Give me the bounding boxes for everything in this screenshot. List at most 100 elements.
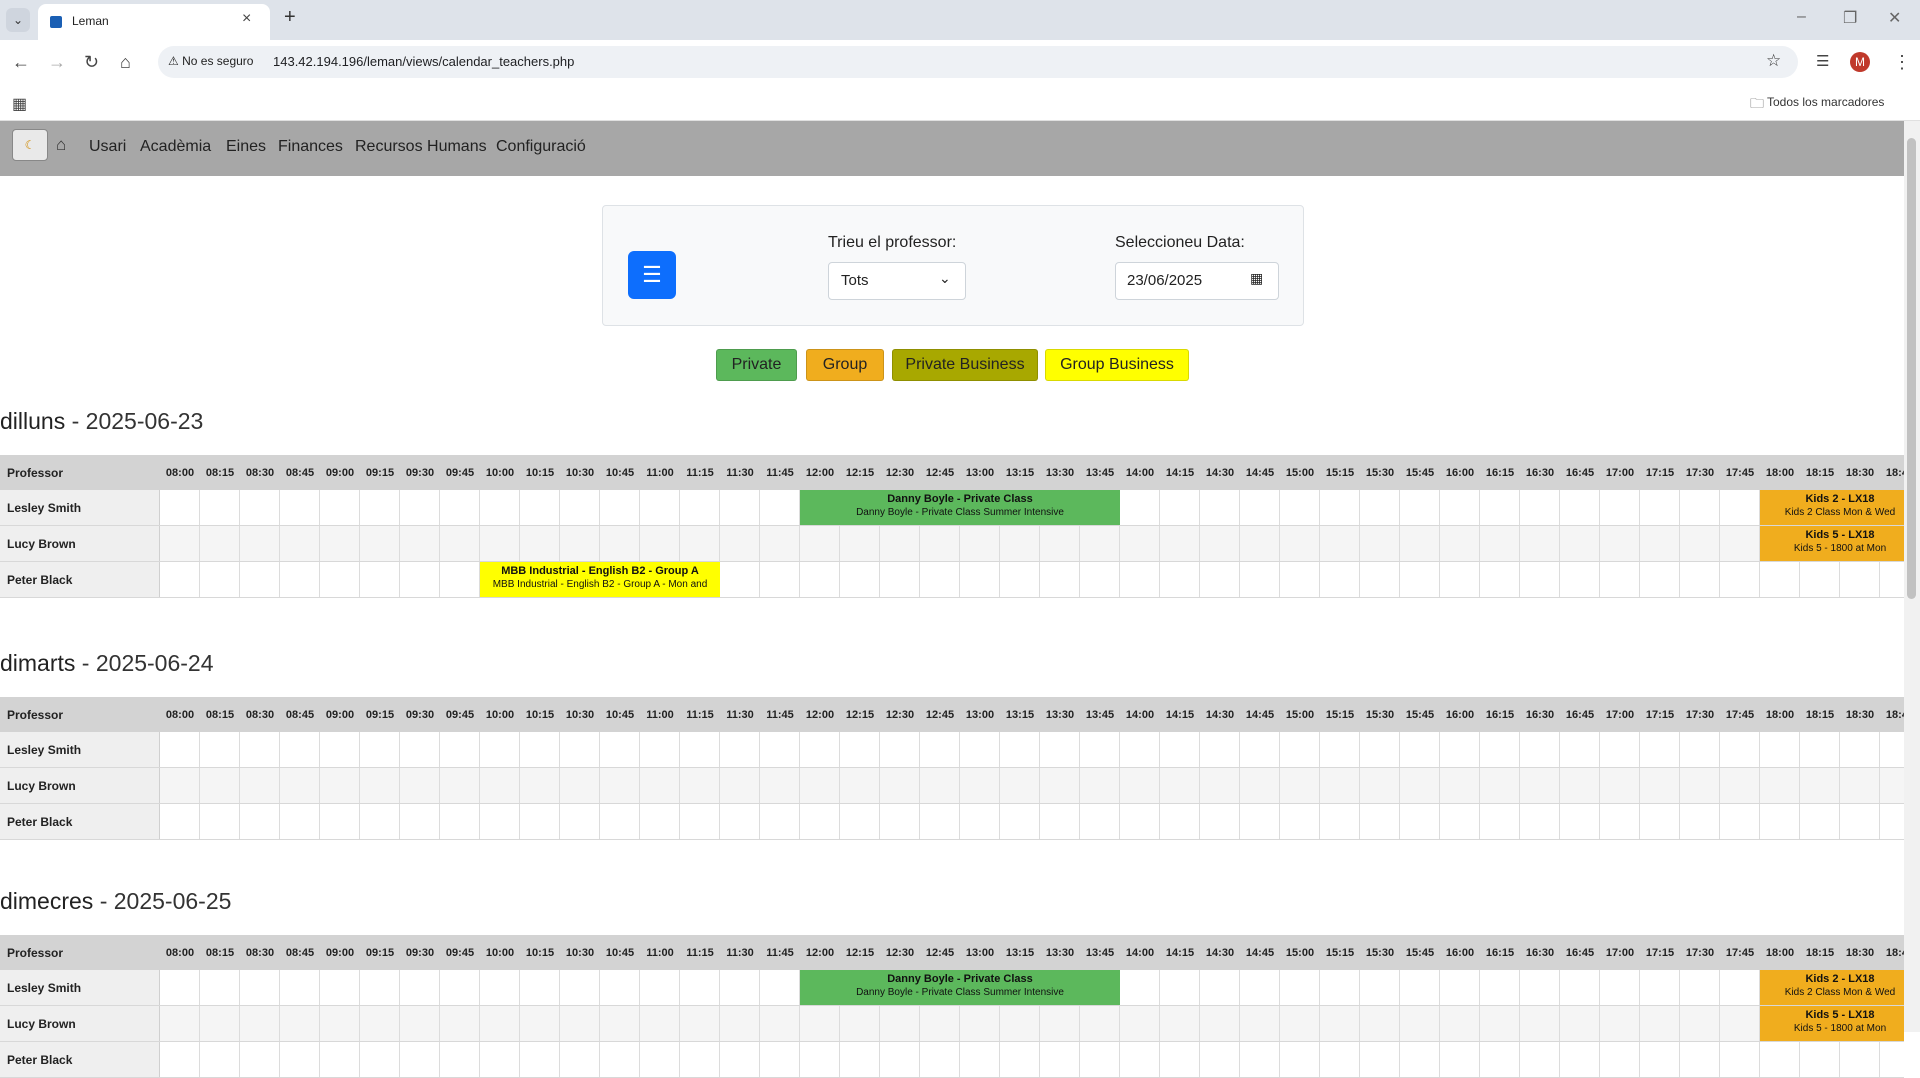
time-slot-cell[interactable] [1600, 526, 1640, 561]
time-slot-cell[interactable] [920, 562, 960, 597]
time-slot-cell[interactable] [440, 1006, 480, 1041]
time-slot-cell[interactable] [320, 768, 360, 803]
time-slot-cell[interactable] [1160, 732, 1200, 767]
bookmark-star-icon[interactable]: ☆ [1766, 51, 1781, 71]
time-slot-cell[interactable] [640, 970, 680, 1005]
time-slot-cell[interactable] [1280, 970, 1320, 1005]
time-slot-cell[interactable] [280, 526, 320, 561]
time-slot-cell[interactable] [360, 732, 400, 767]
time-slot-cell[interactable] [680, 1006, 720, 1041]
time-slot-cell[interactable] [320, 804, 360, 839]
time-slot-cell[interactable] [160, 732, 200, 767]
time-slot-cell[interactable] [920, 804, 960, 839]
time-slot-cell[interactable] [1040, 768, 1080, 803]
time-slot-cell[interactable] [360, 526, 400, 561]
time-slot-cell[interactable] [1600, 1042, 1640, 1077]
time-slot-cell[interactable] [1680, 804, 1720, 839]
time-slot-cell[interactable] [920, 1042, 960, 1077]
time-slot-cell[interactable] [640, 732, 680, 767]
time-slot-cell[interactable] [640, 1006, 680, 1041]
class-event[interactable]: Kids 2 - LX18 Kids 2 Class Mon & Wed [1760, 970, 1904, 1005]
time-slot-cell[interactable] [1440, 732, 1480, 767]
time-slot-cell[interactable] [600, 1042, 640, 1077]
time-slot-cell[interactable] [1680, 562, 1720, 597]
time-slot-cell[interactable] [1240, 490, 1280, 525]
time-slot-cell[interactable] [1400, 804, 1440, 839]
time-slot-cell[interactable] [840, 768, 880, 803]
time-slot-cell[interactable] [1560, 526, 1600, 561]
time-slot-cell[interactable] [1480, 970, 1520, 1005]
time-slot-cell[interactable] [560, 1006, 600, 1041]
close-tab-icon[interactable]: × [242, 10, 251, 28]
time-slot-cell[interactable] [560, 804, 600, 839]
time-slot-cell[interactable] [360, 562, 400, 597]
time-slot-cell[interactable] [480, 1042, 520, 1077]
time-slot-cell[interactable] [440, 1042, 480, 1077]
time-slot-cell[interactable] [200, 1042, 240, 1077]
time-slot-cell[interactable] [1200, 1042, 1240, 1077]
time-slot-cell[interactable] [1280, 1042, 1320, 1077]
time-slot-cell[interactable] [840, 562, 880, 597]
time-slot-cell[interactable] [360, 768, 400, 803]
tab-search-icon[interactable]: ⌄ [6, 8, 30, 32]
time-slot-cell[interactable] [1000, 804, 1040, 839]
time-slot-cell[interactable] [1120, 1006, 1160, 1041]
time-slot-cell[interactable] [1880, 768, 1904, 803]
time-slot-cell[interactable] [760, 526, 800, 561]
time-slot-cell[interactable] [1280, 732, 1320, 767]
time-slot-cell[interactable] [560, 1042, 600, 1077]
time-slot-cell[interactable] [1000, 1006, 1040, 1041]
nav-configuracio[interactable]: Configuració [496, 138, 586, 156]
time-slot-cell[interactable] [1720, 970, 1760, 1005]
time-slot-cell[interactable] [1640, 970, 1680, 1005]
time-slot-cell[interactable] [1040, 732, 1080, 767]
time-slot-cell[interactable] [1640, 1042, 1680, 1077]
time-slot-cell[interactable] [1000, 562, 1040, 597]
time-slot-cell[interactable] [480, 490, 520, 525]
time-slot-cell[interactable] [1680, 1006, 1720, 1041]
time-slot-cell[interactable] [440, 562, 480, 597]
nav-academia[interactable]: Acadèmia [140, 138, 211, 156]
time-slot-cell[interactable] [600, 490, 640, 525]
time-slot-cell[interactable] [1200, 732, 1240, 767]
time-slot-cell[interactable] [880, 526, 920, 561]
time-slot-cell[interactable] [1720, 804, 1760, 839]
time-slot-cell[interactable] [960, 732, 1000, 767]
home-nav-icon[interactable]: ⌂ [56, 135, 66, 155]
time-slot-cell[interactable] [680, 490, 720, 525]
time-slot-cell[interactable] [360, 970, 400, 1005]
time-slot-cell[interactable] [520, 732, 560, 767]
time-slot-cell[interactable] [1640, 526, 1680, 561]
time-slot-cell[interactable] [1600, 490, 1640, 525]
time-slot-cell[interactable] [240, 768, 280, 803]
time-slot-cell[interactable] [1440, 562, 1480, 597]
time-slot-cell[interactable] [840, 1006, 880, 1041]
time-slot-cell[interactable] [1400, 1006, 1440, 1041]
time-slot-cell[interactable] [1720, 1042, 1760, 1077]
time-slot-cell[interactable] [1840, 804, 1880, 839]
time-slot-cell[interactable] [520, 1042, 560, 1077]
time-slot-cell[interactable] [720, 970, 760, 1005]
time-slot-cell[interactable] [1640, 804, 1680, 839]
nav-recursos-humans[interactable]: Recursos Humans [355, 138, 487, 156]
time-slot-cell[interactable] [1320, 970, 1360, 1005]
time-slot-cell[interactable] [200, 970, 240, 1005]
time-slot-cell[interactable] [1480, 732, 1520, 767]
time-slot-cell[interactable] [920, 1006, 960, 1041]
time-slot-cell[interactable] [1280, 526, 1320, 561]
time-slot-cell[interactable] [1440, 490, 1480, 525]
time-slot-cell[interactable] [1400, 562, 1440, 597]
address-bar[interactable]: ⚠ No es seguro 143.42.194.196/leman/view… [158, 46, 1798, 78]
time-slot-cell[interactable] [640, 1042, 680, 1077]
time-slot-cell[interactable] [960, 1006, 1000, 1041]
time-slot-cell[interactable] [1880, 562, 1904, 597]
scrollbar-thumb[interactable] [1907, 138, 1916, 599]
time-slot-cell[interactable] [440, 804, 480, 839]
time-slot-cell[interactable] [240, 562, 280, 597]
time-slot-cell[interactable] [720, 526, 760, 561]
time-slot-cell[interactable] [1200, 526, 1240, 561]
time-slot-cell[interactable] [1280, 562, 1320, 597]
time-slot-cell[interactable] [760, 1006, 800, 1041]
time-slot-cell[interactable] [840, 526, 880, 561]
time-slot-cell[interactable] [400, 768, 440, 803]
